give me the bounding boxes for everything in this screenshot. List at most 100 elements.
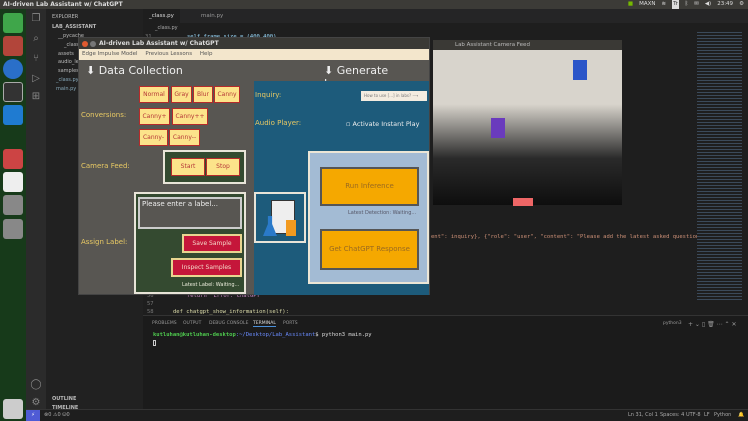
notifications-icon[interactable]: 🔔 [738, 410, 744, 421]
explorer-item[interactable]: main.py [56, 86, 76, 92]
help-icon[interactable] [3, 195, 23, 215]
menu-previous-lessons[interactable]: Previous Lessons [145, 51, 192, 57]
status-bar: ⚡ ⊗0 ⚠0 ⛁0 Ln 31, Col 1 Spaces: 4 UTF-8 … [26, 409, 748, 421]
run-debug-icon[interactable]: ▷ [30, 73, 42, 85]
tab-main-py[interactable]: main.py [195, 9, 229, 23]
trash-icon[interactable] [3, 399, 23, 419]
code-line: ent": inquiry}, {"role": "user", "conten… [431, 234, 700, 240]
manage-gear-icon[interactable]: ⚙ [30, 397, 42, 409]
line-ending[interactable]: LF [704, 410, 710, 421]
conversion-gray-button[interactable]: Gray [171, 86, 192, 103]
conversion-canny-plus-plus-button[interactable]: Canny++ [172, 108, 208, 125]
app-titlebar[interactable]: AI-driven Lab Assistant w/ ChatGPT [79, 38, 429, 49]
tab-output[interactable]: OUTPUT [183, 321, 201, 326]
audio-player-label: Audio Player: [255, 119, 302, 127]
system-top-bar: AI-driven Lab Assistant w/ ChatGPT ■ MAX… [0, 0, 748, 9]
camera-window-title: Lab Assistant Camera Feed [455, 42, 530, 48]
problems-status[interactable]: ⊗0 ⚠0 ⛁0 [44, 410, 70, 421]
mail-icon[interactable]: ✉ [694, 0, 699, 9]
explorer-icon[interactable]: ❐ [30, 13, 42, 25]
settings-app-icon[interactable] [3, 149, 23, 169]
clock[interactable]: 23:49 [717, 0, 733, 9]
bluetooth-icon[interactable]: ᛒ [685, 0, 688, 9]
vscode-icon[interactable] [3, 105, 23, 125]
minimap[interactable] [697, 30, 742, 300]
encoding[interactable]: UTF-8 [686, 410, 701, 421]
terminal-user: kutluhan@kutluhan-desktop [153, 332, 236, 338]
terminal-path: :~/Desktop/Lab_Assistant [235, 332, 316, 338]
volume-icon[interactable]: ◀) [705, 0, 711, 9]
account-icon[interactable]: ◯ [30, 379, 42, 391]
menu-edge-impulse-model[interactable]: Edge Impulse Model [82, 51, 138, 57]
ubuntu-icon[interactable] [3, 13, 23, 33]
test-tubes [513, 198, 533, 206]
explorer-item[interactable]: _class.py [56, 77, 79, 83]
conversions-label: Conversions: [81, 111, 127, 119]
tab-ports[interactable]: PORTS [283, 321, 298, 326]
tab-debug-console[interactable]: DEBUG CONSOLE [209, 321, 248, 326]
camera-stop-button[interactable]: Stop [206, 158, 240, 176]
terminal-icon[interactable] [3, 82, 23, 102]
chromium-icon[interactable] [3, 59, 23, 79]
keyboard-layout[interactable]: Tr [672, 0, 679, 9]
wifi-icon[interactable]: ≋ [661, 0, 666, 9]
camera-start-button[interactable]: Start [171, 158, 205, 176]
search-icon[interactable]: ⌕ [30, 33, 42, 45]
terminal-shell-label[interactable]: python3 [663, 321, 682, 326]
explorer-item[interactable]: samples [58, 68, 79, 74]
beaker-icon [286, 220, 296, 236]
cursor-position[interactable]: Ln 31, Col 1 [628, 410, 658, 421]
tab-terminal[interactable]: TERMINAL [253, 321, 276, 327]
assign-label-label: Assign Label: [81, 238, 128, 246]
power-mode[interactable]: MAXN [639, 0, 655, 9]
extensions-icon[interactable]: ⊞ [30, 91, 42, 103]
system-tray: ■ MAXN ≋ Tr ᛒ ✉ ◀) 23:49 ⚙ [628, 0, 744, 9]
active-window-title: AI-driven Lab Assistant w/ ChatGPT [3, 1, 123, 8]
terminal-command: $ python3 main.py [315, 332, 372, 338]
get-chatgpt-response-button[interactable]: Get ChatGPT Response [320, 229, 419, 270]
latest-detection-status: Latest Detection: Waiting... [348, 210, 417, 216]
document-icon[interactable] [3, 172, 23, 192]
outline-section[interactable]: OUTLINE [52, 396, 76, 402]
error-count: 0 [48, 412, 52, 418]
menu-help[interactable]: Help [200, 51, 213, 57]
breadcrumb[interactable]: _class.py [155, 25, 178, 31]
indentation[interactable]: Spaces: 4 [660, 410, 684, 421]
explorer-root[interactable]: LAB_ASSISTANT [52, 24, 96, 30]
terminal-output[interactable]: kutluhan@kutluhan-desktop:~/Desktop/Lab_… [153, 332, 372, 346]
close-icon[interactable] [82, 41, 88, 47]
conversion-blur-button[interactable]: Blur [193, 86, 213, 103]
run-inference-button[interactable]: Run Inference [320, 167, 419, 206]
lab-equipment [573, 60, 587, 80]
conversion-canny-plus-button[interactable]: Canny+ [139, 108, 170, 125]
conversion-canny-button[interactable]: Canny [214, 86, 240, 103]
source-control-icon[interactable]: ⑂ [30, 53, 42, 65]
inspect-samples-button[interactable]: Inspect Samples [171, 258, 242, 277]
camera-window-titlebar[interactable]: Lab Assistant Camera Feed [433, 40, 622, 50]
nvidia-icon[interactable]: ■ [628, 0, 633, 9]
save-sample-button[interactable]: Save Sample [182, 234, 242, 253]
conversion-canny-minus-minus-button[interactable]: Canny-- [169, 129, 200, 146]
minimize-icon[interactable] [90, 41, 96, 47]
latest-label-status: Latest Label: Waiting... [182, 282, 240, 288]
instant-play-checkbox[interactable]: ▫ Activate Instant Play [346, 120, 419, 128]
help-icon-2[interactable] [3, 219, 23, 239]
warning-count: 0 [57, 412, 61, 418]
explorer-item[interactable]: assets [58, 51, 74, 57]
conversion-canny-minus-button[interactable]: Canny- [139, 129, 168, 146]
lab-assistant-window: AI-driven Lab Assistant w/ ChatGPT Edge … [78, 37, 430, 295]
terminal-cursor [153, 340, 156, 346]
gear-icon[interactable]: ⚙ [739, 0, 744, 9]
language-mode[interactable]: Python [714, 410, 731, 421]
label-input[interactable]: Please enter a label... [138, 197, 242, 229]
explorer-title: EXPLORER [52, 14, 79, 20]
tab-problems[interactable]: PROBLEMS [152, 321, 177, 326]
inquiry-dropdown[interactable]: How to use [...] in labs? ⟶ [361, 91, 427, 101]
generate-lesson-panel: Inquiry: How to use [...] in labs? ⟶ Aud… [254, 81, 429, 295]
files-icon[interactable] [3, 36, 23, 56]
dropdown-arrow-icon: ⟶ [412, 93, 419, 98]
tab-class-py[interactable]: _class.py [143, 9, 180, 23]
remote-icon[interactable]: ⚡ [26, 410, 40, 421]
conversion-normal-button[interactable]: Normal [139, 86, 169, 103]
terminal-toolbar[interactable]: + ⌄ ▯ 🗑 ⋯ ⌃ ✕ [688, 321, 736, 328]
